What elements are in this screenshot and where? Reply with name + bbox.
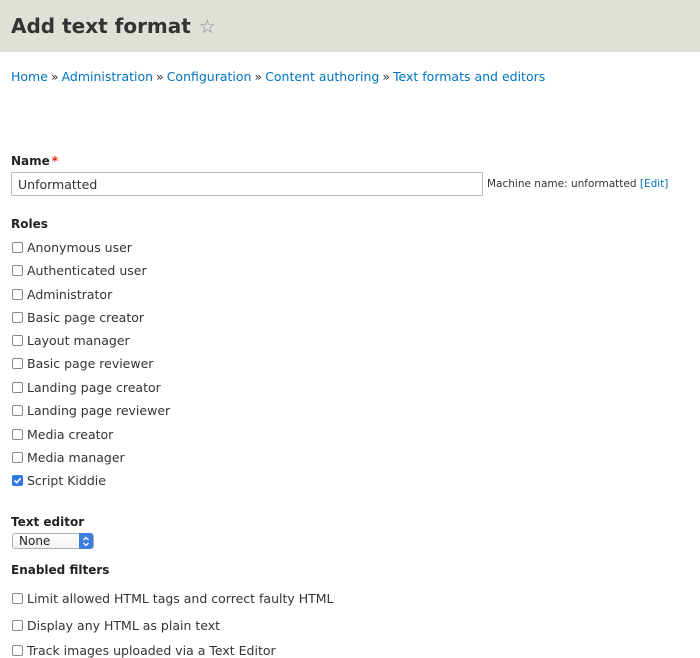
checkbox-label: Display any HTML as plain text <box>27 618 221 633</box>
role-landing-page-creator[interactable]: Landing page creator <box>12 380 161 395</box>
name-label: Name * <box>11 154 58 168</box>
text-editor-selected-value: None <box>19 534 51 548</box>
text-editor-select[interactable]: None <box>12 533 94 549</box>
checkbox-label: Authenticated user <box>27 263 147 278</box>
role-authenticated-user[interactable]: Authenticated user <box>12 263 147 278</box>
breadcrumb-home[interactable]: Home <box>11 69 48 84</box>
checkbox[interactable] <box>12 405 23 416</box>
role-layout-manager[interactable]: Layout manager <box>12 333 130 348</box>
checkbox[interactable] <box>12 289 23 300</box>
role-basic-page-creator[interactable]: Basic page creator <box>12 310 144 325</box>
breadcrumb-separator: » <box>156 69 164 84</box>
checkbox-checked[interactable] <box>12 475 23 486</box>
checkbox-label: Basic page creator <box>27 310 145 325</box>
checkbox[interactable] <box>12 645 23 656</box>
role-script-kiddie[interactable]: Script Kiddie <box>12 473 106 488</box>
machine-name: Machine name: unformatted [Edit] <box>487 178 668 190</box>
machine-name-edit-link[interactable]: [Edit] <box>640 178 669 190</box>
checkbox[interactable] <box>12 358 23 369</box>
checkbox-label: Landing page reviewer <box>27 403 171 418</box>
checkbox[interactable] <box>12 382 23 393</box>
breadcrumb: Home» Administration» Configuration» Conten… <box>11 69 545 84</box>
breadcrumb-administration[interactable]: Administration <box>62 69 153 84</box>
role-basic-page-reviewer[interactable]: Basic page reviewer <box>12 356 153 371</box>
filter-plain-text[interactable]: Display any HTML as plain text <box>12 618 220 633</box>
name-label-text: Name <box>11 154 50 168</box>
name-input[interactable] <box>11 172 483 196</box>
checkbox-label: Limit allowed HTML tags and correct faul… <box>27 591 334 606</box>
checkbox-label: Track images uploaded via a Text Editor <box>27 643 276 658</box>
machine-name-text: Machine name: unformatted <box>487 178 637 190</box>
checkbox[interactable] <box>12 593 23 604</box>
filter-limit-html[interactable]: Limit allowed HTML tags and correct faul… <box>12 591 334 606</box>
checkbox[interactable] <box>12 620 23 631</box>
role-anonymous-user[interactable]: Anonymous user <box>12 240 132 255</box>
roles-label: Roles <box>11 217 48 231</box>
role-media-manager[interactable]: Media manager <box>12 450 125 465</box>
breadcrumb-content-authoring[interactable]: Content authoring <box>265 69 379 84</box>
checkbox[interactable] <box>12 335 23 346</box>
page-title: Add text format ☆ <box>11 14 216 38</box>
breadcrumb-separator: » <box>50 69 59 84</box>
page-title-text: Add text format <box>11 14 191 38</box>
checkbox-label: Media creator <box>27 427 114 442</box>
breadcrumb-configuration[interactable]: Configuration <box>167 69 252 84</box>
filter-track-images[interactable]: Track images uploaded via a Text Editor <box>12 643 276 658</box>
checkbox[interactable] <box>12 452 23 463</box>
checkbox-label: Administrator <box>27 287 113 302</box>
breadcrumb-separator: » <box>382 69 391 84</box>
checkbox-label: Basic page reviewer <box>27 356 154 371</box>
role-media-creator[interactable]: Media creator <box>12 427 113 442</box>
text-editor-label: Text editor <box>11 515 85 529</box>
breadcrumb-separator: » <box>254 69 263 84</box>
role-landing-page-reviewer[interactable]: Landing page reviewer <box>12 403 170 418</box>
page-header: Add text format ☆ <box>0 0 700 52</box>
role-administrator[interactable]: Administrator <box>12 287 112 302</box>
checkbox-label: Script Kiddie <box>27 473 106 488</box>
checkbox-label: Media manager <box>27 450 125 465</box>
checkbox[interactable] <box>12 242 23 253</box>
checkbox-label: Landing page creator <box>27 380 161 395</box>
enabled-filters-label: Enabled filters <box>11 563 110 577</box>
select-arrows-icon <box>79 533 93 549</box>
required-marker: * <box>51 154 59 168</box>
checkbox-label: Anonymous user <box>27 240 132 255</box>
checkbox[interactable] <box>12 265 23 276</box>
checkbox[interactable] <box>12 312 23 323</box>
checkbox[interactable] <box>12 429 23 440</box>
checkbox-label: Layout manager <box>27 333 130 348</box>
star-icon[interactable]: ☆ <box>199 18 216 37</box>
breadcrumb-text-formats[interactable]: Text formats and editors <box>393 69 545 84</box>
